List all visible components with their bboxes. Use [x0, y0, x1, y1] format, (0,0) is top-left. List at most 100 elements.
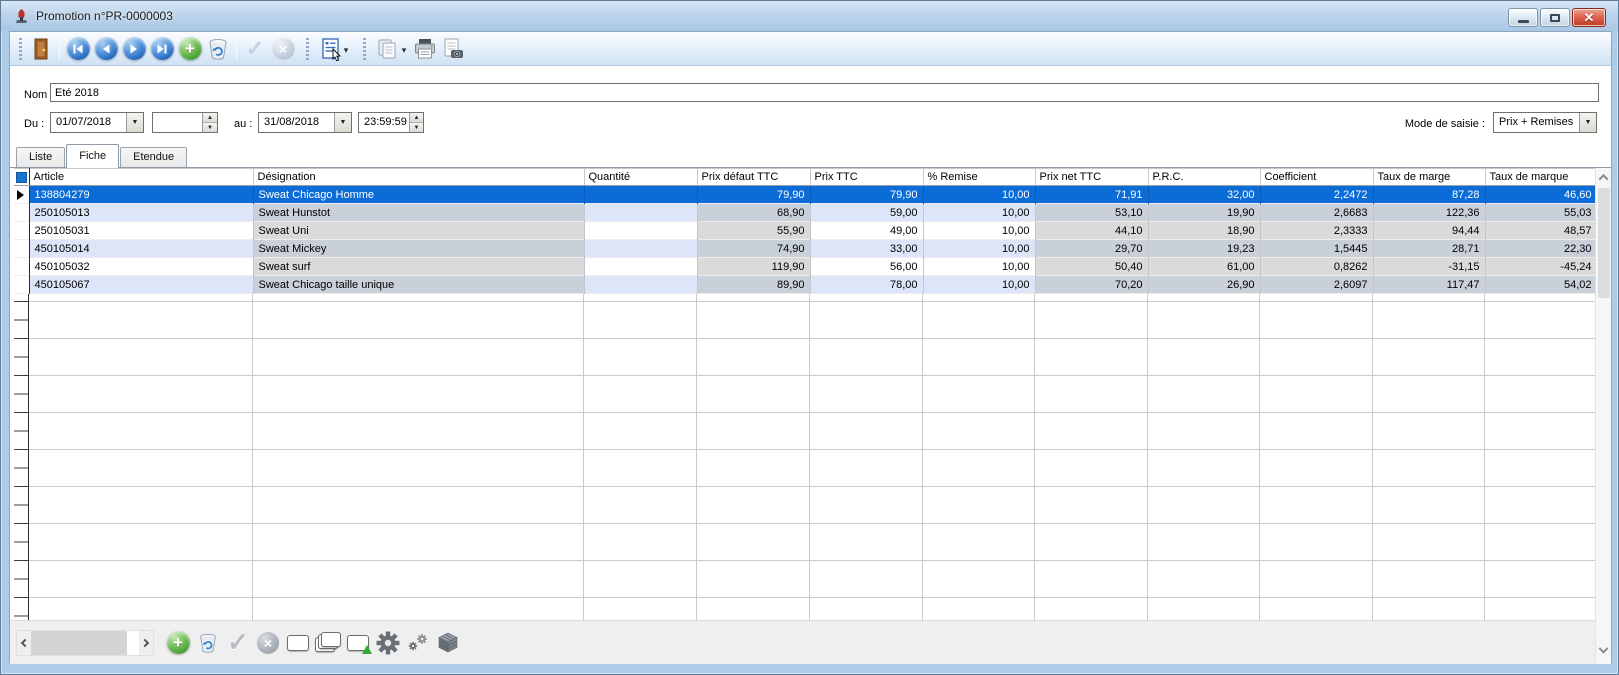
au-date-dropdown-icon[interactable] [334, 113, 351, 132]
spin-up-icon[interactable] [410, 113, 423, 123]
nav-previous-button[interactable] [92, 35, 120, 63]
stock-cube-button[interactable] [434, 629, 462, 657]
door-icon [31, 37, 51, 61]
form-view-icon [320, 37, 342, 61]
select-all-header[interactable] [14, 169, 29, 186]
nav-next-button[interactable] [120, 35, 148, 63]
close-button[interactable]: ✕ [1572, 8, 1606, 27]
horizontal-scrollbar[interactable] [16, 630, 154, 656]
grid-cell[interactable] [584, 204, 697, 222]
table-row[interactable]: 450105067Sweat Chicago taille unique89,9… [14, 276, 1597, 294]
grid-cell[interactable]: 10,00 [923, 222, 1035, 240]
grid-cell[interactable]: 450105014 [29, 240, 253, 258]
add-record-button[interactable] [176, 35, 204, 63]
vertical-scrollbar[interactable] [1595, 168, 1611, 664]
column-header[interactable]: Prix net TTC [1035, 169, 1148, 186]
column-header[interactable]: Prix TTC [810, 169, 923, 186]
column-header[interactable]: Coefficient [1260, 169, 1373, 186]
grid-cell[interactable]: 10,00 [923, 186, 1035, 204]
grid-cell[interactable]: 450105032 [29, 258, 253, 276]
nav-last-button[interactable] [148, 35, 176, 63]
grid-cell[interactable]: 33,00 [810, 240, 923, 258]
grid-cell[interactable]: 10,00 [923, 258, 1035, 276]
grid-cell[interactable] [584, 240, 697, 258]
minimize-button[interactable] [1508, 8, 1538, 27]
au-date-picker[interactable]: 31/08/2018 [258, 112, 352, 133]
print-button[interactable] [411, 35, 439, 63]
scroll-down-icon[interactable] [1600, 648, 1608, 656]
scroll-right-icon[interactable] [139, 631, 153, 655]
spin-down-icon[interactable] [410, 123, 423, 132]
au-time-spinner[interactable]: 23:59:59 [358, 112, 424, 133]
tab-etendue[interactable]: Etendue [120, 147, 187, 167]
scroll-up-icon[interactable] [1600, 174, 1608, 182]
table-row[interactable]: 450105032Sweat surf119,9056,0010,0050,40… [14, 258, 1597, 276]
settings-button[interactable] [374, 629, 402, 657]
toolbar-grip[interactable] [19, 38, 22, 60]
column-header[interactable]: Taux de marque [1485, 169, 1597, 186]
copy-menu-button[interactable] [371, 35, 411, 63]
grid-cell[interactable]: 10,00 [923, 240, 1035, 258]
table-row[interactable]: 250105013Sweat Hunstot68,9059,0010,0053,… [14, 204, 1597, 222]
grid-cell[interactable]: 78,00 [810, 276, 923, 294]
recycle-delete-button[interactable] [204, 35, 232, 63]
grid-cell: 48,57 [1485, 222, 1597, 240]
du-time-spinner[interactable] [152, 112, 218, 133]
tab-liste[interactable]: Liste [16, 147, 65, 167]
grid-cell[interactable]: 250105013 [29, 204, 253, 222]
nav-first-button[interactable] [64, 35, 92, 63]
du-date-dropdown-icon[interactable] [126, 113, 143, 132]
column-header[interactable]: Prix défaut TTC [697, 169, 810, 186]
exit-button[interactable] [27, 35, 55, 63]
minimize-icon [1518, 20, 1529, 23]
grid-cell: Sweat Uni [253, 222, 584, 240]
grid-cell[interactable]: 450105067 [29, 276, 253, 294]
cancel-button[interactable] [269, 35, 297, 63]
grid-cell[interactable]: 10,00 [923, 276, 1035, 294]
tab-fiche[interactable]: Fiche [66, 144, 119, 168]
validate-grid-button[interactable] [224, 629, 252, 657]
grid-cell[interactable] [584, 276, 697, 294]
barcode-import-button[interactable] [344, 629, 372, 657]
grid-cell[interactable]: 138804279 [29, 186, 253, 204]
table-row[interactable]: 450105014Sweat Mickey74,9033,0010,0029,7… [14, 240, 1597, 258]
nom-input[interactable] [50, 83, 1599, 102]
grid-cell[interactable] [584, 186, 697, 204]
grid-cell[interactable]: 49,00 [810, 222, 923, 240]
spin-down-icon[interactable] [203, 123, 217, 132]
grid-cell[interactable]: 79,90 [810, 186, 923, 204]
column-header[interactable]: Article [29, 169, 253, 186]
barcode-multiple-button[interactable] [314, 629, 342, 657]
grid-cell[interactable] [584, 222, 697, 240]
add-article-button[interactable] [164, 629, 192, 657]
horizontal-scroll-thumb[interactable] [31, 631, 127, 655]
spin-up-icon[interactable] [203, 113, 217, 123]
table-row[interactable]: 138804279Sweat Chicago Homme79,9079,9010… [14, 186, 1597, 204]
mode-de-saisie-select[interactable]: Prix + Remises [1493, 112, 1597, 133]
mode-dropdown-icon[interactable] [1579, 113, 1596, 132]
column-header[interactable]: P.R.C. [1148, 169, 1260, 186]
toolbar-grip[interactable] [306, 38, 309, 60]
maximize-button[interactable] [1540, 8, 1570, 27]
delete-article-button[interactable] [194, 629, 222, 657]
grid-cell[interactable]: 59,00 [810, 204, 923, 222]
grid-cell[interactable] [584, 258, 697, 276]
scroll-left-icon[interactable] [17, 631, 31, 655]
barcode-button[interactable] [284, 629, 312, 657]
du-date-picker[interactable]: 01/07/2018 [50, 112, 144, 133]
column-header[interactable]: Désignation [253, 169, 584, 186]
export-document-button[interactable] [439, 35, 467, 63]
column-header[interactable]: Quantité [584, 169, 697, 186]
toolbar-grip[interactable] [363, 38, 366, 60]
validate-button[interactable] [241, 35, 269, 63]
view-form-menu-button[interactable] [314, 35, 354, 63]
grid-cell[interactable]: 10,00 [923, 204, 1035, 222]
grid-cell[interactable]: 56,00 [810, 258, 923, 276]
table-row[interactable]: 250105031Sweat Uni55,9049,0010,0044,1018… [14, 222, 1597, 240]
cancel-grid-button[interactable] [254, 629, 282, 657]
process-button[interactable] [404, 629, 432, 657]
vertical-scroll-thumb[interactable] [1598, 188, 1610, 298]
column-header[interactable]: % Remise [923, 169, 1035, 186]
grid-cell[interactable]: 250105031 [29, 222, 253, 240]
column-header[interactable]: Taux de marge [1373, 169, 1485, 186]
